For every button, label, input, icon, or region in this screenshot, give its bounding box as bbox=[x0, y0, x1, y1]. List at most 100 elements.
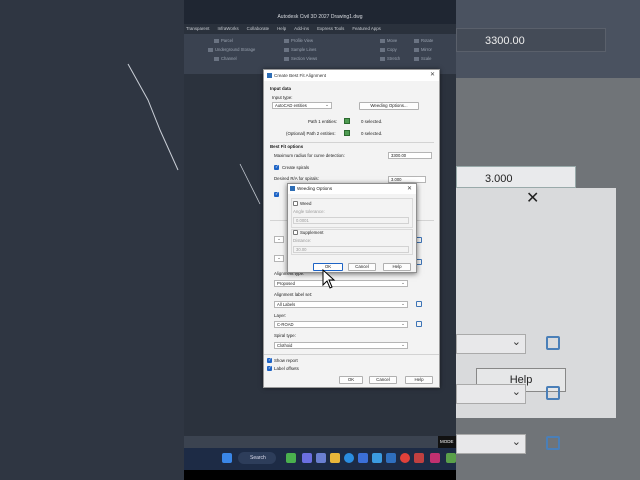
supplement-label: Supplement bbox=[300, 230, 324, 235]
input-type-label: Input type: bbox=[272, 95, 293, 100]
ribbon-button[interactable]: Sample Lines bbox=[284, 47, 316, 52]
blurred-radius-field: 3300.00 bbox=[456, 28, 606, 52]
cancel-button[interactable]: Cancel bbox=[348, 263, 376, 271]
ribbon-button[interactable]: Rotate bbox=[414, 38, 433, 43]
window-title: Autodesk Civil 3D 2027 Drawing1.dwg bbox=[184, 0, 456, 24]
folder-icon[interactable] bbox=[330, 453, 340, 463]
label-set-label: Alignment label set: bbox=[274, 292, 313, 297]
section-heading: Best Fit options bbox=[270, 144, 304, 149]
spiral-type-select[interactable]: Clothoid bbox=[274, 342, 408, 349]
ribbon-button[interactable]: Parcel bbox=[214, 38, 233, 43]
chrome-icon[interactable] bbox=[400, 453, 410, 463]
ribbon-button[interactable]: Section Views bbox=[284, 56, 317, 61]
app-icon[interactable] bbox=[316, 453, 326, 463]
menu-bar: Transparent InfraWorks Collaborate Help … bbox=[184, 24, 456, 34]
site-select[interactable] bbox=[274, 255, 284, 262]
status-bar: MODE bbox=[184, 436, 456, 448]
ribbon-button[interactable]: Scale bbox=[414, 56, 431, 61]
path1-label: Path 1 entities: bbox=[308, 119, 338, 124]
menu-item[interactable]: Collaborate bbox=[247, 24, 269, 34]
layer-icon[interactable] bbox=[416, 321, 422, 327]
blurred-edit-icon bbox=[546, 386, 560, 400]
pick-entities-icon[interactable] bbox=[344, 130, 350, 136]
close-icon[interactable]: ✕ bbox=[430, 70, 435, 81]
mail-icon[interactable] bbox=[372, 453, 382, 463]
cancel-button[interactable]: Cancel bbox=[369, 376, 397, 384]
close-icon: ✕ bbox=[526, 190, 540, 207]
help-button[interactable]: Help bbox=[383, 263, 411, 271]
blurred-dialog: 3.000 ✕ Help bbox=[456, 78, 640, 480]
menu-item[interactable]: Add-ins bbox=[294, 24, 309, 34]
create-spirals-label: Create spirals bbox=[282, 165, 310, 170]
supplement-checkbox[interactable] bbox=[293, 230, 298, 235]
ribbon-button[interactable]: Profile View bbox=[284, 38, 313, 43]
label-offsets-checkbox[interactable] bbox=[267, 365, 272, 371]
app-icon bbox=[290, 186, 295, 191]
angle-tolerance-label: Angle tolerance: bbox=[293, 209, 325, 214]
label-set-select[interactable]: All Labels bbox=[274, 301, 408, 308]
weed-checkbox[interactable] bbox=[293, 201, 298, 206]
weeding-options-dialog: Weeding Options ✕ Weed Angle tolerance: … bbox=[287, 183, 417, 273]
create-spirals-checkbox[interactable] bbox=[274, 164, 279, 170]
show-report-label: Show report bbox=[274, 358, 298, 363]
screen: 3300.00 3.000 ✕ Help Autodesk Civil 3D 2… bbox=[0, 0, 640, 480]
menu-item[interactable]: InfraWorks bbox=[218, 24, 239, 34]
help-button[interactable]: Help bbox=[405, 376, 433, 384]
windows-taskbar: Search bbox=[184, 448, 456, 470]
weeding-options-button[interactable]: Weeding Options... bbox=[359, 102, 419, 110]
layer-select[interactable]: C-ROAD bbox=[274, 321, 408, 328]
dialog-title: Create Best Fit Alignment bbox=[274, 73, 327, 78]
ribbon-strip: 3300.00 bbox=[456, 0, 640, 78]
menu-item[interactable]: Featured Apps bbox=[352, 24, 381, 34]
edit-label-set-icon[interactable] bbox=[416, 301, 422, 307]
ribbon-button[interactable]: Copy bbox=[380, 47, 397, 52]
app-icon[interactable] bbox=[302, 453, 312, 463]
weed-label: Weed bbox=[300, 201, 312, 206]
close-icon[interactable]: ✕ bbox=[407, 184, 412, 194]
dialog-title-bar: Create Best Fit Alignment ✕ bbox=[264, 70, 439, 81]
ribbon-button[interactable]: Stretch bbox=[380, 56, 400, 61]
start-icon[interactable] bbox=[222, 453, 232, 463]
distance-input[interactable]: 30.00 bbox=[293, 246, 409, 253]
pick-entities-icon[interactable] bbox=[344, 118, 350, 124]
app-icon[interactable] bbox=[286, 453, 296, 463]
option-checkbox[interactable] bbox=[274, 191, 279, 197]
mouse-cursor-icon bbox=[322, 269, 336, 289]
drawing-polyline bbox=[127, 63, 179, 171]
max-radius-input[interactable]: 3300.00 bbox=[388, 152, 432, 159]
max-radius-label: Maximum radius for curve detection: bbox=[274, 153, 345, 158]
blurred-combo bbox=[456, 384, 526, 404]
divider bbox=[264, 354, 439, 355]
edge-icon[interactable] bbox=[344, 453, 354, 463]
ribbon-button[interactable]: Channel bbox=[214, 56, 237, 61]
menu-item[interactable]: Help bbox=[277, 24, 286, 34]
path2-value: 0 selected. bbox=[361, 131, 383, 136]
app-icon[interactable] bbox=[386, 453, 396, 463]
input-type-select[interactable]: AutoCAD entities bbox=[272, 102, 332, 109]
show-report-checkbox[interactable] bbox=[267, 357, 272, 363]
menu-item[interactable]: Transparent bbox=[186, 24, 210, 34]
blurred-combo bbox=[456, 334, 526, 354]
app-icon[interactable] bbox=[446, 453, 456, 463]
ribbon-button[interactable]: Underground Storage bbox=[208, 47, 255, 52]
app-icon[interactable] bbox=[414, 453, 424, 463]
ribbon-button[interactable]: Mirror bbox=[414, 47, 432, 52]
blurred-edit-icon bbox=[546, 336, 560, 350]
ok-button[interactable]: OK bbox=[339, 376, 363, 384]
civil3d-icon[interactable] bbox=[430, 453, 440, 463]
app-icon[interactable] bbox=[358, 453, 368, 463]
taskbar-search[interactable]: Search bbox=[238, 452, 276, 464]
desired-ra-input[interactable]: 3.000 bbox=[388, 176, 426, 183]
blurred-combo bbox=[456, 434, 526, 454]
bottom-bar bbox=[184, 470, 456, 480]
path2-label: (Optional) Path 2 entities: bbox=[286, 131, 336, 136]
menu-item[interactable]: Express Tools bbox=[317, 24, 344, 34]
angle-tolerance-input[interactable]: 0.0001 bbox=[293, 217, 409, 224]
alignment-name-select[interactable] bbox=[274, 236, 284, 243]
model-tab[interactable]: MODE bbox=[438, 436, 456, 448]
blurred-ra-field: 3.000 bbox=[456, 166, 576, 188]
label-offsets-label: Label offsets bbox=[274, 366, 299, 371]
dialog-title-bar: Weeding Options ✕ bbox=[288, 184, 416, 194]
ribbon-button[interactable]: Move bbox=[380, 38, 397, 43]
alignment-type-select[interactable]: Proposed bbox=[274, 280, 408, 287]
